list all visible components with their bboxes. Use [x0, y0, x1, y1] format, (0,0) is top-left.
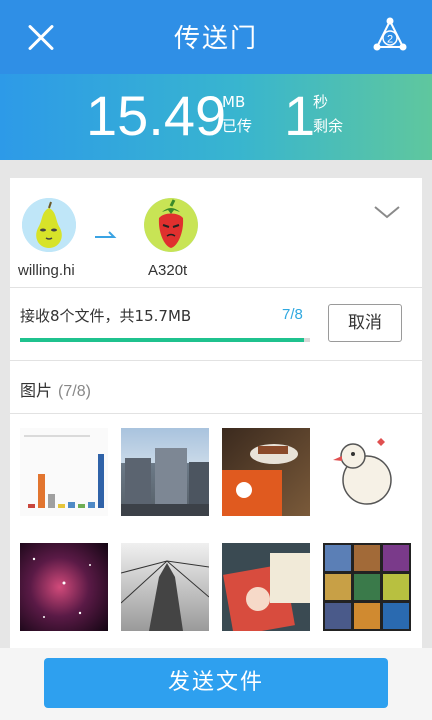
transferred-size-unit: MB — [222, 93, 246, 111]
transferred-size-value: 15.49 — [86, 84, 227, 147]
share-badge: 2 — [387, 34, 393, 46]
cancel-button[interactable]: 取消 — [328, 304, 402, 342]
remaining-label: 剩余 — [313, 117, 344, 135]
receiver-name: A320t — [148, 262, 188, 279]
divider — [10, 360, 422, 361]
transfer-stats: 15.49 MB 已传 1 秒 剩余 — [0, 74, 432, 160]
share-icon[interactable]: 2 — [370, 16, 410, 56]
transferred-label: 已传 — [222, 117, 253, 135]
transfer-card: willing.hi A320t 接收8个文件，共15.7MB 7/8 取消 图… — [10, 178, 422, 648]
divider — [10, 413, 422, 414]
bar-chart-icon — [24, 435, 104, 508]
book-icon — [223, 553, 310, 631]
building-icon — [121, 448, 209, 516]
receive-status-text: 接收8个文件，共15.7MB — [20, 307, 192, 325]
image-section-title: 图片 — [20, 381, 53, 400]
image-thumb-cafe-dessert[interactable] — [222, 428, 310, 516]
divider — [10, 287, 422, 288]
app-header: 传送门 2 — [0, 0, 432, 74]
bottom-bar: 发送文件 — [0, 648, 432, 720]
image-thumb-photo-grid[interactable] — [323, 543, 411, 631]
chevron-down-icon[interactable] — [373, 205, 401, 219]
arrow-right-icon — [95, 231, 117, 238]
image-thumb-stupa-bw[interactable] — [121, 543, 209, 631]
cake-icon — [222, 444, 298, 516]
image-thumb-magazine[interactable] — [222, 543, 310, 631]
pear-icon — [22, 198, 76, 252]
progress-fill — [20, 338, 305, 342]
pepper-icon — [144, 198, 198, 252]
image-thumb-city-buildings[interactable] — [121, 428, 209, 516]
sender-name: willing.hi — [18, 262, 75, 279]
send-file-button[interactable]: 发送文件 — [44, 658, 388, 708]
image-thumb-cartoon-bird[interactable] — [323, 428, 411, 516]
page-title: 传送门 — [173, 24, 258, 54]
remaining-time-unit: 秒 — [313, 93, 329, 111]
stars-icon — [32, 557, 91, 618]
grid-icon — [325, 545, 409, 629]
file-count: 7/8 — [282, 306, 303, 323]
receiver-avatar — [144, 198, 198, 252]
stupa-icon — [121, 560, 209, 631]
image-section-header: 图片 (7/8) — [20, 377, 91, 401]
remaining-time-value: 1 — [284, 84, 316, 147]
image-section-count: (7/8) — [58, 383, 91, 400]
image-thumb-galaxy[interactable] — [20, 543, 108, 631]
sender-avatar — [22, 198, 76, 252]
image-thumb-chart-screenshot[interactable] — [20, 428, 108, 516]
progress-bar — [20, 338, 310, 342]
bird-icon — [333, 438, 392, 505]
